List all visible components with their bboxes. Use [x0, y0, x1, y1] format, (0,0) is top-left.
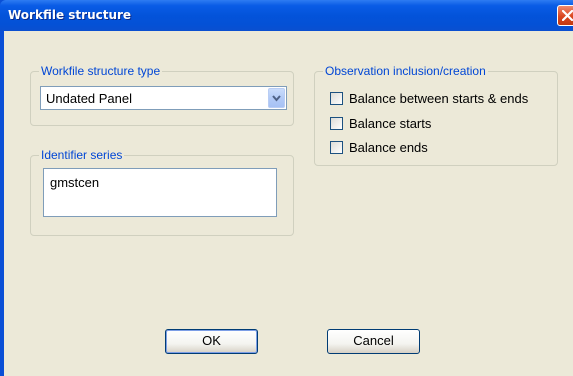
- balance-starts-checkbox[interactable]: [330, 117, 343, 130]
- balance-between-label: Balance between starts & ends: [349, 91, 529, 106]
- close-icon: [562, 10, 573, 21]
- window-title: Workfile structure: [8, 8, 132, 22]
- dialog-window: Workfile structure Workfile structure ty…: [0, 0, 573, 376]
- cancel-button[interactable]: Cancel: [327, 329, 420, 354]
- balance-ends-checkbox[interactable]: [330, 141, 343, 154]
- balance-starts-checkbox-row[interactable]: Balance starts: [330, 116, 550, 132]
- close-button[interactable]: [557, 5, 573, 26]
- identifier-series-label: Identifier series: [39, 148, 125, 162]
- structure-type-select[interactable]: Undated Panel: [40, 86, 287, 110]
- identifier-series-value: gmstcen: [50, 175, 100, 190]
- balance-ends-checkbox-row[interactable]: Balance ends: [330, 140, 550, 156]
- title-bar[interactable]: Workfile structure: [0, 0, 573, 31]
- dialog-client-area: Workfile structure type Undated Panel Id…: [4, 31, 573, 376]
- balance-between-checkbox-row[interactable]: Balance between starts & ends: [330, 91, 550, 107]
- dropdown-button[interactable]: [268, 88, 285, 108]
- structure-type-value: Undated Panel: [46, 91, 133, 106]
- identifier-series-input[interactable]: gmstcen: [43, 168, 277, 217]
- observation-label: Observation inclusion/creation: [323, 64, 488, 78]
- chevron-down-icon: [272, 95, 281, 102]
- balance-between-checkbox[interactable]: [330, 92, 343, 105]
- structure-type-label: Workfile structure type: [39, 64, 163, 78]
- balance-starts-label: Balance starts: [349, 116, 432, 131]
- ok-button[interactable]: OK: [165, 329, 258, 354]
- balance-ends-label: Balance ends: [349, 140, 428, 155]
